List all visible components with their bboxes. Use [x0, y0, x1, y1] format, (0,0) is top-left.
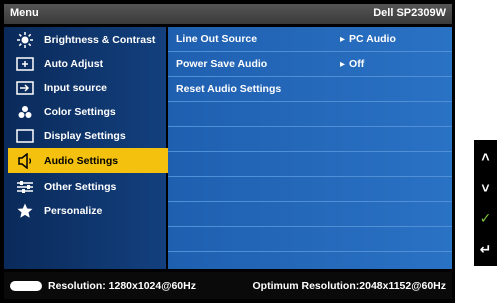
- power-save-audio-row[interactable]: Power Save Audio Off: [168, 52, 452, 77]
- menu-title: Menu: [10, 7, 39, 19]
- up-arrow-icon: ˄: [481, 149, 490, 165]
- back-button[interactable]: ↵: [474, 234, 497, 264]
- checkmark-icon: ✓: [479, 209, 492, 226]
- vga-connector-icon: [10, 281, 42, 291]
- other-settings-icon: [14, 179, 36, 195]
- sidebar-item-color-settings[interactable]: Color Settings: [8, 101, 168, 123]
- line-out-source-row[interactable]: Line Out Source PC Audio: [168, 27, 452, 52]
- sidebar-item-audio-settings[interactable]: Audio Settings: [8, 148, 170, 173]
- optimum-resolution: Optimum Resolution:2048x1152@60Hz: [252, 280, 446, 292]
- empty-row: [168, 102, 452, 127]
- sidebar-item-label: Display Settings: [44, 130, 126, 142]
- osd-menu: Menu Dell SP2309W Brightness & Contrast …: [0, 0, 455, 303]
- sidebar-item-personalize[interactable]: Personalize: [8, 200, 168, 222]
- sidebar-item-other-settings[interactable]: Other Settings: [8, 176, 168, 198]
- sidebar-item-display-settings[interactable]: Display Settings: [8, 125, 168, 147]
- row-label: Power Save Audio: [176, 58, 268, 70]
- star-icon: [14, 203, 36, 219]
- sidebar-item-label: Audio Settings: [44, 154, 119, 167]
- row-label: Reset Audio Settings: [176, 83, 282, 95]
- brightness-icon: [14, 32, 36, 48]
- osd-footer: Resolution: 1280x1024@60Hz Optimum Resol…: [4, 272, 452, 299]
- sidebar-item-label: Color Settings: [44, 106, 116, 118]
- auto-adjust-icon: [14, 56, 36, 72]
- color-settings-icon: [14, 104, 36, 120]
- monitor-model: Dell SP2309W: [373, 7, 446, 19]
- down-arrow-button[interactable]: ˅: [474, 173, 497, 203]
- empty-row: [168, 227, 452, 252]
- up-arrow-button[interactable]: ˄: [474, 142, 497, 172]
- back-icon: ↵: [479, 240, 492, 257]
- sidebar: Brightness & Contrast Auto Adjust Input …: [4, 27, 170, 269]
- current-resolution: Resolution: 1280x1024@60Hz: [48, 280, 196, 292]
- speaker-icon: [14, 152, 36, 169]
- sidebar-item-input-source[interactable]: Input source: [8, 77, 168, 99]
- row-value: Off: [340, 58, 364, 70]
- reset-audio-settings-row[interactable]: Reset Audio Settings: [168, 77, 452, 102]
- sidebar-item-label: Other Settings: [44, 181, 117, 193]
- sidebar-item-brightness-contrast[interactable]: Brightness & Contrast: [8, 29, 168, 51]
- sidebar-item-label: Input source: [44, 82, 108, 94]
- display-settings-icon: [14, 128, 36, 144]
- audio-settings-panel: Line Out Source PC Audio Power Save Audi…: [168, 27, 452, 269]
- sidebar-item-label: Personalize: [44, 205, 103, 217]
- confirm-button[interactable]: ✓: [474, 203, 497, 233]
- row-label: Line Out Source: [176, 33, 258, 45]
- empty-row: [168, 177, 452, 202]
- sidebar-item-auto-adjust[interactable]: Auto Adjust: [8, 53, 168, 75]
- empty-row: [168, 127, 452, 152]
- monitor-button-strip: ˄ ˅ ✓ ↵: [474, 140, 497, 266]
- empty-row: [168, 202, 452, 227]
- sidebar-item-label: Auto Adjust: [44, 58, 104, 70]
- down-arrow-icon: ˅: [481, 180, 490, 196]
- input-source-icon: [14, 80, 36, 96]
- row-value: PC Audio: [340, 33, 396, 45]
- empty-row: [168, 152, 452, 177]
- osd-header: Menu Dell SP2309W: [4, 4, 452, 24]
- sidebar-item-label: Brightness & Contrast: [44, 34, 156, 46]
